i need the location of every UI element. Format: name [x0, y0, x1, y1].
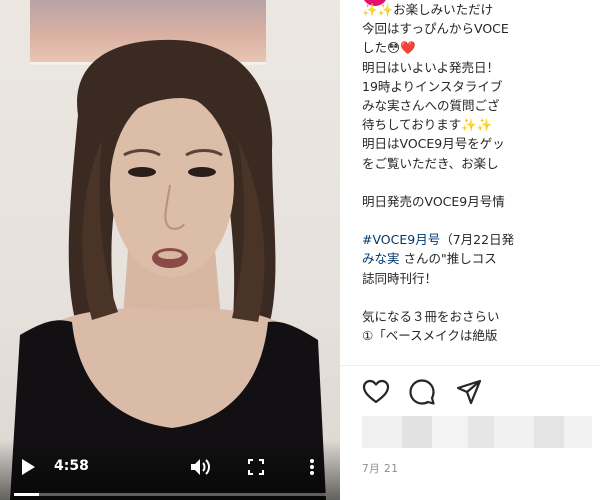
caption-line: 明日はVOCE9月号をゲッ [362, 136, 505, 152]
video-player[interactable]: 4:58 [0, 0, 340, 500]
post-date: 7月 21 [362, 463, 399, 475]
caption-line: をご覧いただき、お楽し [362, 155, 499, 171]
caption-line: 19時よりインスタライブ [362, 78, 503, 94]
fullscreen-icon[interactable] [248, 459, 264, 475]
post-caption: ✨✨お楽しみいただけ 今回はすっぴんからVOCE した😳❤️ 明日はいよいよ発売日！ 1… [362, 0, 600, 360]
video-progress-bar[interactable] [14, 493, 326, 496]
volume-icon[interactable] [190, 458, 212, 476]
caption-link[interactable]: #VOCE9月号 [362, 232, 440, 247]
post-sidebar: ✨✨お楽しみいただけ 今回はすっぴんからVOCE した😳❤️ 明日はいよいよ発売日！ 1… [340, 0, 600, 500]
caption-line: ①「ベースメイクは絶版 [362, 328, 498, 344]
divider [340, 365, 600, 366]
caption-line [362, 288, 600, 307]
caption-line: 誌同時刊行！ [362, 270, 438, 286]
share-icon[interactable] [455, 378, 483, 406]
caption-text: （7月22日発 [440, 232, 515, 248]
video-progress-fill [14, 493, 39, 496]
caption-line: 待ちしております✨✨ [362, 117, 493, 133]
caption-line [362, 211, 600, 230]
caption-line: した😳❤️ [362, 40, 416, 56]
caption-line: 気になる３冊をおさらい [362, 309, 500, 324]
likes-row-blurred [362, 416, 592, 448]
caption-line [362, 173, 600, 192]
caption-link[interactable]: みな実 [362, 251, 400, 266]
video-frame-person [10, 39, 326, 500]
caption-line: ✨✨お楽しみいただけ [362, 2, 494, 17]
caption-line: 明日発売のVOCE9月号情 [362, 193, 505, 209]
more-vertical-icon[interactable] [308, 458, 316, 476]
heart-icon[interactable] [362, 378, 390, 406]
caption-line: みな実さんへの質問ござ [362, 97, 500, 113]
caption-line: #VOCE9月号（7月22日発 [362, 230, 600, 249]
play-icon[interactable] [20, 458, 36, 476]
comment-icon[interactable] [408, 378, 436, 406]
caption-line: 明日はいよいよ発売日！ [362, 59, 500, 75]
caption-text: さんの"推しコス [399, 251, 497, 267]
video-controls-bar [0, 440, 340, 500]
caption-line: 今回はすっぴんからVOCE [362, 21, 509, 37]
video-time: 4:58 [54, 458, 89, 474]
caption-line: みな実 さんの"推しコス [362, 249, 600, 268]
